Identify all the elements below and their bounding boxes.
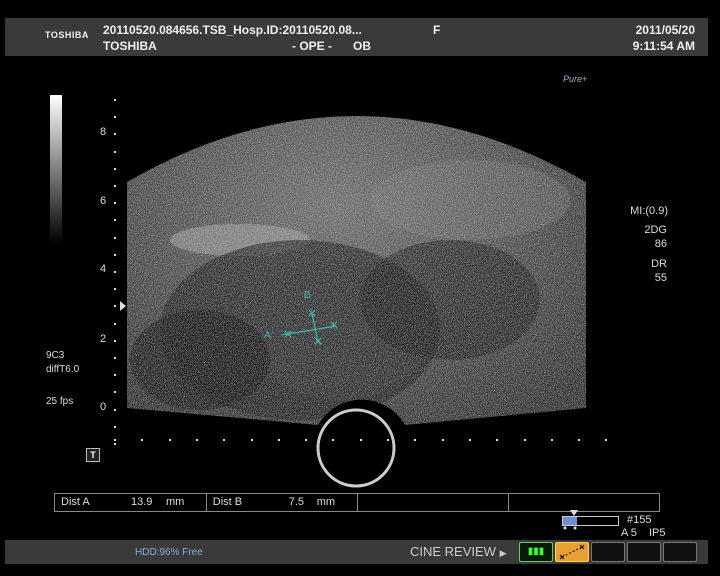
depth-tick bbox=[114, 236, 116, 239]
gain-label: 2DG bbox=[644, 224, 667, 236]
depth-tick bbox=[114, 322, 116, 325]
depth-tick bbox=[114, 150, 116, 153]
play-icon: ▶ bbox=[499, 548, 507, 558]
cine-marker-icon bbox=[570, 510, 578, 516]
lateral-tick bbox=[223, 439, 226, 441]
lateral-tick bbox=[359, 439, 362, 441]
caliper-tool-icon bbox=[559, 544, 585, 560]
depth-tick bbox=[114, 99, 116, 101]
dist-b-value: 7.5 bbox=[288, 496, 305, 508]
preset-label: diffT6.0 bbox=[46, 364, 80, 375]
measurement-empty-cell bbox=[358, 494, 510, 511]
cine-review-text: CINE REVIEW bbox=[410, 544, 496, 559]
depth-tick bbox=[114, 202, 116, 205]
caliper-label-b: B bbox=[304, 290, 311, 301]
cine-review-label: CINE REVIEW ▶ bbox=[410, 544, 507, 559]
lateral-tick bbox=[305, 439, 308, 441]
bottom-bar: HDD:96% Free CINE REVIEW ▶ ▮▮▮ bbox=[5, 540, 708, 564]
depth-tick bbox=[114, 408, 116, 411]
depth-tick bbox=[114, 374, 116, 377]
focus-marker bbox=[120, 301, 126, 311]
measurement-empty-cell bbox=[509, 494, 659, 511]
lateral-tick bbox=[414, 439, 417, 441]
probe-label: 9C3 bbox=[46, 350, 65, 361]
depth-tick bbox=[114, 425, 116, 428]
dist-a-value: 13.9 bbox=[131, 496, 153, 508]
depth-tick bbox=[114, 219, 116, 222]
lateral-tick bbox=[496, 439, 499, 441]
depth-label: 8 bbox=[100, 126, 107, 138]
measure-tool-button[interactable] bbox=[555, 542, 589, 562]
lateral-tick bbox=[195, 439, 198, 441]
depth-label: 0 bbox=[100, 401, 107, 413]
depth-tick bbox=[114, 391, 116, 394]
dist-a-label: Dist A bbox=[61, 496, 90, 508]
cine-sub-ip: IP5 bbox=[649, 527, 666, 539]
ultrasound-image bbox=[127, 116, 586, 488]
lateral-tick bbox=[250, 439, 253, 441]
frame-number: #155 bbox=[627, 514, 652, 526]
measurement-dist-b: Dist B 7.5 mm bbox=[207, 494, 358, 511]
dr-label: DR bbox=[651, 258, 667, 270]
depth-tick bbox=[114, 116, 116, 119]
hdd-status: HDD:96% Free bbox=[135, 547, 203, 558]
film-strip-icon: ▮▮▮ bbox=[527, 546, 545, 557]
lateral-tick bbox=[332, 439, 335, 441]
cine-frame-fill bbox=[563, 517, 577, 525]
depth-tick bbox=[114, 271, 116, 273]
lateral-tick bbox=[578, 439, 581, 441]
depth-tick bbox=[114, 185, 116, 187]
lateral-tick bbox=[468, 439, 471, 441]
gain-value: 86 bbox=[654, 238, 667, 250]
dist-a-unit: mm bbox=[166, 496, 185, 508]
cine-sub-a: A 5 bbox=[621, 527, 637, 539]
frame-rate: 25 fps bbox=[46, 396, 74, 407]
empty-softkey[interactable] bbox=[591, 542, 625, 562]
lateral-tick bbox=[141, 439, 144, 441]
measurement-dist-a: Dist A 13.9 mm bbox=[55, 494, 207, 511]
depth-tick bbox=[114, 133, 116, 136]
lateral-tick bbox=[550, 439, 553, 441]
caliper-label-a: A bbox=[264, 330, 271, 341]
cine-range-icon bbox=[563, 526, 577, 530]
cine-mode-button[interactable]: ▮▮▮ bbox=[519, 542, 553, 562]
dist-b-unit: mm bbox=[316, 496, 336, 508]
lateral-tick bbox=[605, 439, 608, 441]
cine-frame-bar[interactable] bbox=[562, 516, 619, 526]
lateral-tick bbox=[277, 439, 280, 441]
lateral-tick bbox=[114, 439, 116, 441]
text-annotation-icon[interactable]: T bbox=[86, 448, 100, 462]
mi-index: MI:(0.9) bbox=[630, 205, 668, 217]
depth-tick bbox=[114, 167, 116, 170]
empty-softkey[interactable] bbox=[663, 542, 697, 562]
depth-tick bbox=[114, 253, 116, 256]
empty-softkey[interactable] bbox=[627, 542, 661, 562]
dr-value: 55 bbox=[654, 272, 667, 284]
lateral-tick bbox=[168, 439, 171, 441]
depth-tick bbox=[114, 443, 116, 445]
depth-label: 2 bbox=[100, 333, 107, 345]
depth-tick bbox=[114, 305, 116, 308]
depth-label: 4 bbox=[100, 263, 107, 275]
depth-tick bbox=[114, 339, 116, 342]
lateral-tick bbox=[523, 439, 526, 441]
depth-tick bbox=[114, 357, 116, 359]
lateral-tick bbox=[387, 439, 389, 441]
lateral-tick bbox=[441, 439, 444, 441]
depth-label: 6 bbox=[100, 195, 107, 207]
dist-b-label: Dist B bbox=[212, 496, 243, 508]
depth-tick bbox=[114, 288, 116, 291]
